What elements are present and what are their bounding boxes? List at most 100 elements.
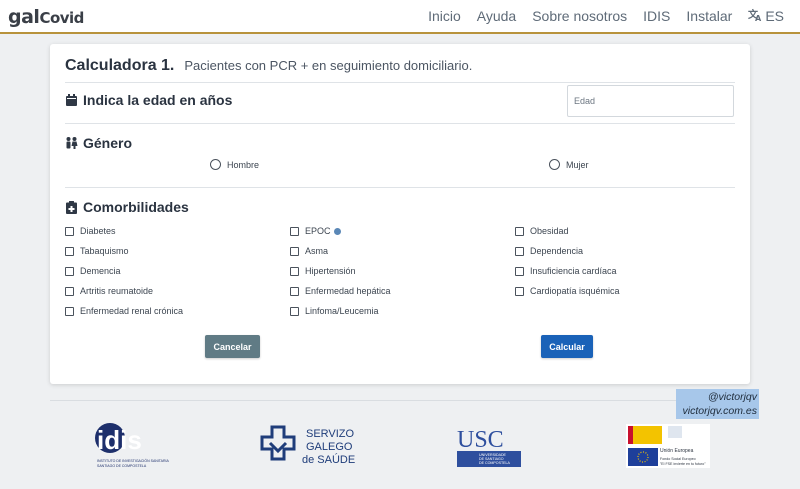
checkbox-artritis-reumatoide[interactable]: Artritis reumatoide xyxy=(65,286,153,296)
galcovid-logo[interactable]: galCovid xyxy=(8,6,84,28)
age-input[interactable] xyxy=(567,85,734,117)
checkbox[interactable] xyxy=(65,286,74,296)
people-icon xyxy=(65,137,78,150)
watermark: @victorjqv victorjqv.com.es xyxy=(676,389,759,419)
usc-logo-text: USC xyxy=(457,427,504,453)
checkbox-enfermedad-renal-cronica[interactable]: Enfermedad renal crónica xyxy=(65,306,183,316)
checkbox-tabaquismo[interactable]: Tabaquismo xyxy=(65,246,129,256)
top-navbar: galCovid Inicio Ayuda Sobre nosotros IDI… xyxy=(0,0,800,34)
checkbox-insuficiencia-cardiaca[interactable]: Insuficiencia cardíaca xyxy=(515,266,617,276)
checkbox[interactable] xyxy=(290,286,299,296)
checkbox[interactable] xyxy=(65,246,74,256)
sergas-line2: GALEGO xyxy=(306,441,353,453)
gender-option-mujer[interactable]: Mujer xyxy=(549,159,589,170)
logo-gal: gal xyxy=(8,6,40,28)
idis-logo-sub2: SANTIAGO DE COMPOSTELA xyxy=(97,464,147,468)
language-selector[interactable]: 文A ES xyxy=(748,8,784,25)
idis-logo-sub1: INSTITUTO DE INVESTIGACIÓN SANITARIA xyxy=(97,458,169,463)
checkbox-label: Diabetes xyxy=(80,226,116,236)
nav-ayuda[interactable]: Ayuda xyxy=(477,8,516,24)
eu-union-label: Unión Europea xyxy=(660,448,694,454)
divider xyxy=(65,187,735,188)
checkbox-asma[interactable]: Asma xyxy=(290,246,328,256)
checkbox[interactable] xyxy=(290,266,299,276)
checkbox[interactable] xyxy=(515,246,524,256)
calculator-subtitle: Pacientes con PCR + en seguimiento domic… xyxy=(184,58,473,73)
sergas-line1: SERVIZO xyxy=(306,428,355,440)
nav-idis[interactable]: IDIS xyxy=(643,8,670,24)
checkbox[interactable] xyxy=(515,266,524,276)
divider xyxy=(65,82,735,83)
cancel-button[interactable]: Cancelar xyxy=(205,335,260,358)
checkbox[interactable] xyxy=(515,226,524,236)
checkbox-epoc[interactable]: EPOC xyxy=(290,226,341,236)
divider xyxy=(65,123,735,124)
checkbox-label: Enfermedad renal crónica xyxy=(80,306,184,316)
nav-inicio[interactable]: Inicio xyxy=(428,8,461,24)
info-icon[interactable] xyxy=(333,227,341,235)
calendar-icon xyxy=(65,94,78,107)
gender-option-label: Mujer xyxy=(566,159,589,170)
checkbox-demencia[interactable]: Demencia xyxy=(65,266,121,276)
nav-sobre-nosotros[interactable]: Sobre nosotros xyxy=(532,8,627,24)
checkbox-label: Linfoma/Leucemia xyxy=(305,306,379,316)
checkbox[interactable] xyxy=(65,226,74,236)
watermark-handle: @victorjqv xyxy=(707,391,757,403)
checkbox[interactable] xyxy=(65,266,74,276)
clipboard-icon xyxy=(65,200,78,214)
checkbox-label: Asma xyxy=(305,246,329,256)
checkbox-label: Tabaquismo xyxy=(80,246,129,256)
checkbox-dependencia[interactable]: Dependencia xyxy=(515,246,583,256)
gender-label: Género xyxy=(83,135,133,151)
sergas-line3: de SAÚDE xyxy=(302,453,355,466)
checkbox-label: Cardiopatía isquémica xyxy=(530,286,620,296)
usc-logo: USC UNIVERSIDADE DE SANTIAGO DE COMPOSTE… xyxy=(457,425,521,467)
checkbox-label: Enfermedad hepática xyxy=(305,286,391,296)
checkbox-hipertension[interactable]: Hipertensión xyxy=(290,266,356,276)
checkbox-obesidad[interactable]: Obesidad xyxy=(515,226,569,236)
comorbidities-section-title: Comorbilidades xyxy=(65,199,189,215)
checkbox[interactable] xyxy=(515,286,524,296)
usc-sub3: DE COMPOSTELA xyxy=(479,461,511,465)
eu-fund-line1: Fondo Social Europeo xyxy=(660,457,696,461)
gender-section-title: Género xyxy=(65,135,132,151)
eu-fund-line2: "El FSE invierte en tu futuro" xyxy=(660,462,706,466)
calculator-title: Calculadora 1. xyxy=(65,57,175,74)
checkbox-label: Insuficiencia cardíaca xyxy=(530,266,617,276)
calculate-button[interactable]: Calcular xyxy=(541,335,593,358)
checkbox-diabetes[interactable]: Diabetes xyxy=(65,226,116,236)
checkbox-label: EPOC xyxy=(305,226,331,236)
checkbox-label: Obesidad xyxy=(530,226,569,236)
main-nav: Inicio Ayuda Sobre nosotros IDIS Instala… xyxy=(412,0,784,32)
age-section-title: Indica la edad en años xyxy=(65,92,232,108)
checkbox-label: Demencia xyxy=(80,266,121,276)
watermark-site: victorjqv.com.es xyxy=(682,405,758,417)
age-label: Indica la edad en años xyxy=(83,92,233,108)
translate-icon: 文A xyxy=(748,8,763,25)
radio-button[interactable] xyxy=(549,159,560,170)
checkbox[interactable] xyxy=(65,306,74,316)
gender-option-hombre[interactable]: Hombre xyxy=(210,159,259,170)
checkbox-label: Artritis reumatoide xyxy=(80,286,154,296)
idis-logo-text: idis xyxy=(97,425,142,455)
idis-logo: idis INSTITUTO DE INVESTIGACIÓN SANITARI… xyxy=(93,420,173,472)
nav-instalar[interactable]: Instalar xyxy=(686,8,732,24)
checkbox-enfermedad-hepatica[interactable]: Enfermedad hepática xyxy=(290,286,391,296)
checkbox-cardiopatia-isquemica[interactable]: Cardiopatía isquémica xyxy=(515,286,620,296)
svg-text:A: A xyxy=(755,14,762,22)
comorbidities-label: Comorbilidades xyxy=(83,199,189,215)
card-title: Calculadora 1. Pacientes con PCR + en se… xyxy=(65,57,472,75)
eu-funding-logo: Unión Europea Fondo Social Europeo "El F… xyxy=(626,424,710,468)
checkbox-label: Dependencia xyxy=(530,246,584,256)
checkbox[interactable] xyxy=(290,246,299,256)
calculator-card: Calculadora 1. Pacientes con PCR + en se… xyxy=(50,44,750,384)
language-label: ES xyxy=(765,8,784,24)
checkbox[interactable] xyxy=(290,306,299,316)
checkbox-label: Hipertensión xyxy=(305,266,356,276)
footer-divider xyxy=(50,400,750,401)
radio-button[interactable] xyxy=(210,159,221,170)
gender-option-label: Hombre xyxy=(227,159,260,170)
checkbox-linfoma-leucemia[interactable]: Linfoma/Leucemia xyxy=(290,306,379,316)
logo-covid: Covid xyxy=(39,9,84,27)
checkbox[interactable] xyxy=(290,226,299,236)
